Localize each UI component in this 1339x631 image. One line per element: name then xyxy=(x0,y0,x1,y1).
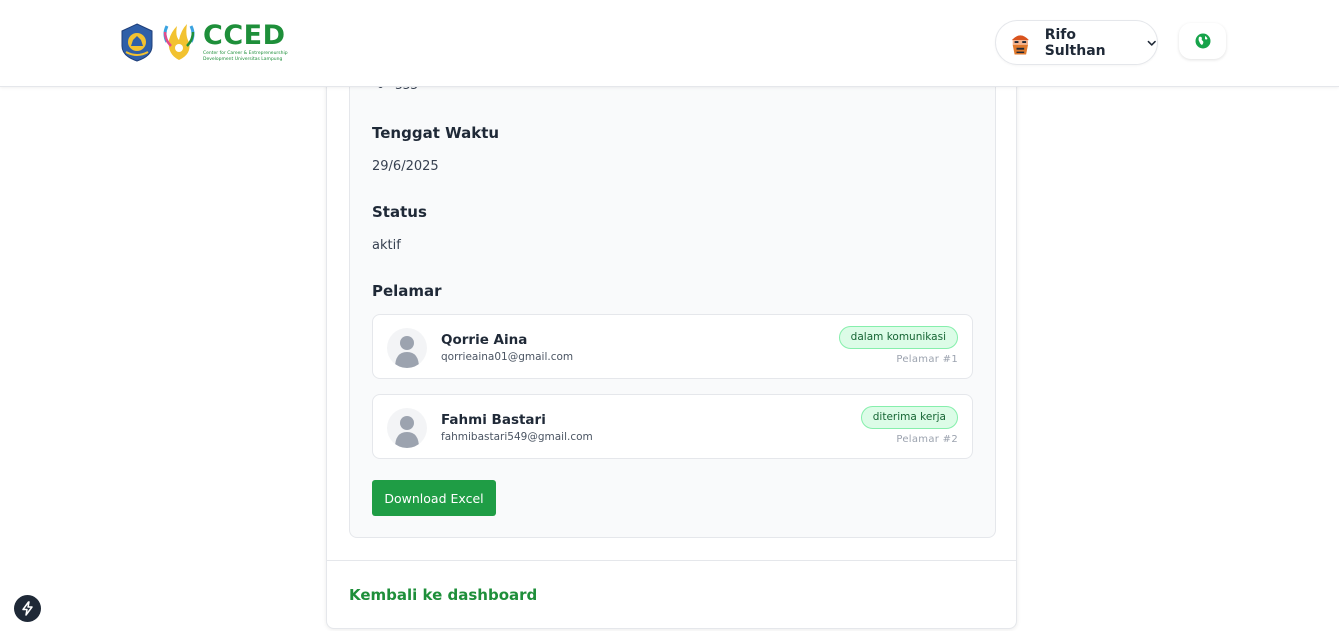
cced-flame-icon xyxy=(163,24,195,60)
top-navbar: CCED Center for Career & Entrepreneurshi… xyxy=(0,0,1339,87)
university-seal-icon xyxy=(121,23,153,62)
quick-action-button[interactable] xyxy=(14,595,41,622)
globe-icon xyxy=(1195,33,1210,49)
back-to-dashboard-link[interactable]: Kembali ke dashboard xyxy=(349,586,537,604)
lightning-icon xyxy=(22,601,33,616)
applicant-email: qorrieaina01@gmail.com xyxy=(441,351,574,363)
status-badge: diterima kerja xyxy=(860,406,958,429)
user-name: Rifo Sulthan xyxy=(1044,26,1106,59)
applicant-card[interactable]: Qorrie Aina qorrieaina01@gmail.com dalam… xyxy=(372,314,973,379)
deadline-label: Tenggat Waktu xyxy=(372,124,500,142)
job-detail-panel: 333 Tenggat Waktu 29/6/2025 Status aktif… xyxy=(349,41,996,538)
user-avatar-icon xyxy=(1011,34,1029,54)
chevron-down-icon xyxy=(1147,40,1156,46)
divider xyxy=(327,560,1016,561)
logo-title: CCED xyxy=(203,19,286,51)
status-badge: dalam komunikasi xyxy=(838,326,958,349)
applicants-label: Pelamar xyxy=(372,282,442,300)
applicant-name: Fahmi Bastari xyxy=(441,412,546,428)
applicant-name: Qorrie Aina xyxy=(441,332,528,348)
status-label: Status xyxy=(372,203,427,221)
user-placeholder-icon xyxy=(387,328,427,368)
cced-logo[interactable]: CCED Center for Career & Entrepreneurshi… xyxy=(117,18,292,66)
status-value: aktif xyxy=(372,238,401,253)
applicant-number: Pelamar #1 xyxy=(896,354,958,365)
user-menu-button[interactable]: Rifo Sulthan xyxy=(995,20,1158,65)
language-button[interactable] xyxy=(1179,23,1226,59)
applicant-email: fahmibastari549@gmail.com xyxy=(441,431,593,443)
logo-text: CCED Center for Career & Entrepreneurshi… xyxy=(203,22,289,62)
applicant-number: Pelamar #2 xyxy=(896,434,958,445)
user-placeholder-icon xyxy=(387,408,427,448)
logo-subtitle: Center for Career & Entrepreneurship Dev… xyxy=(203,50,288,62)
deadline-value: 29/6/2025 xyxy=(372,159,439,174)
job-detail-card: 333 Tenggat Waktu 29/6/2025 Status aktif… xyxy=(326,40,1017,629)
download-excel-button[interactable]: Download Excel xyxy=(372,480,496,516)
applicant-card[interactable]: Fahmi Bastari fahmibastari549@gmail.com … xyxy=(372,394,973,459)
